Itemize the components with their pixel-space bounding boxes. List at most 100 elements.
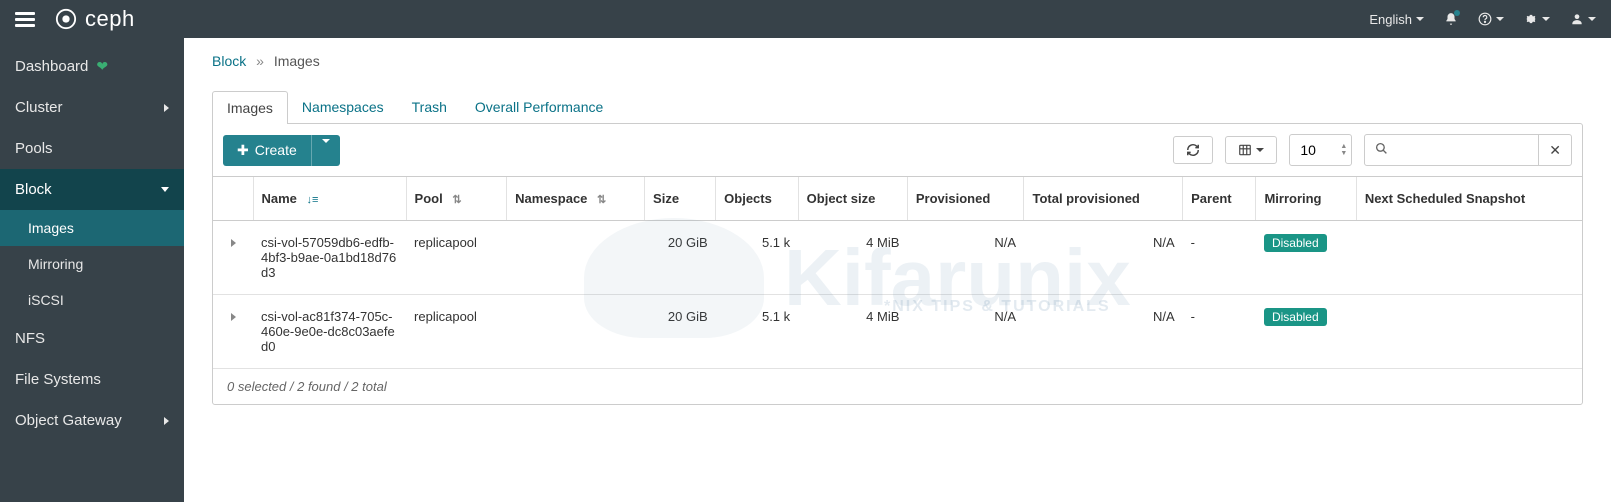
notifications-button[interactable] bbox=[1444, 12, 1458, 26]
search-input[interactable] bbox=[1398, 142, 1538, 158]
caret-down-icon bbox=[1542, 17, 1550, 21]
refresh-button[interactable] bbox=[1173, 136, 1213, 164]
notification-dot-icon bbox=[1454, 10, 1460, 16]
sidebar-item-file-systems[interactable]: File Systems bbox=[0, 359, 184, 400]
caret-down-icon bbox=[1256, 148, 1264, 152]
row-expand-toggle[interactable] bbox=[213, 221, 253, 295]
sidebar: Dashboard ❤ Cluster Pools Block Images M… bbox=[0, 38, 184, 502]
heartbeat-icon: ❤ bbox=[96, 58, 108, 75]
spinner-up-icon[interactable]: ▲ bbox=[1340, 143, 1347, 150]
sidebar-item-object-gateway[interactable]: Object Gateway bbox=[0, 400, 184, 441]
refresh-icon bbox=[1186, 143, 1200, 157]
columns-toggle-button[interactable] bbox=[1225, 136, 1277, 164]
tab-namespaces[interactable]: Namespaces bbox=[288, 91, 398, 124]
cell-name: csi-vol-57059db6-edfb-4bf3-b9ae-0a1bd18d… bbox=[253, 221, 406, 295]
table-row[interactable]: csi-vol-57059db6-edfb-4bf3-b9ae-0a1bd18d… bbox=[213, 221, 1582, 295]
col-next-sched[interactable]: Next Scheduled Snapshot bbox=[1356, 177, 1582, 221]
sidebar-item-label: Cluster bbox=[15, 99, 63, 116]
sidebar-item-block[interactable]: Block bbox=[0, 169, 184, 210]
sidebar-item-label: Object Gateway bbox=[15, 412, 122, 429]
sidebar-item-images[interactable]: Images bbox=[0, 210, 184, 246]
col-namespace[interactable]: Namespace ⇅ bbox=[507, 177, 645, 221]
images-table: Name ↓≡ Pool ⇅ Namespace ⇅ Size Objects bbox=[213, 176, 1582, 369]
sidebar-item-nfs[interactable]: NFS bbox=[0, 318, 184, 359]
col-total-provisioned[interactable]: Total provisioned bbox=[1024, 177, 1183, 221]
cell-mirroring: Disabled bbox=[1256, 295, 1356, 369]
settings-menu[interactable] bbox=[1524, 12, 1550, 26]
sidebar-item-label: Block bbox=[15, 181, 52, 198]
help-menu[interactable] bbox=[1478, 12, 1504, 26]
user-icon bbox=[1570, 12, 1584, 26]
sort-asc-icon: ↓≡ bbox=[307, 194, 319, 206]
cell-namespace bbox=[507, 295, 645, 369]
col-objects-label: Objects bbox=[724, 191, 772, 206]
sidebar-item-label: NFS bbox=[15, 330, 45, 347]
table-caption: 0 selected / 2 found / 2 total bbox=[213, 369, 1582, 404]
col-expand bbox=[213, 177, 253, 221]
col-objects[interactable]: Objects bbox=[716, 177, 799, 221]
col-size[interactable]: Size bbox=[645, 177, 716, 221]
breadcrumb-separator: » bbox=[256, 53, 264, 69]
col-parent-label: Parent bbox=[1191, 191, 1231, 206]
sidebar-item-pools[interactable]: Pools bbox=[0, 128, 184, 169]
table-row[interactable]: csi-vol-ac81f374-705c-460e-9e0e-dc8c03ae… bbox=[213, 295, 1582, 369]
menu-toggle[interactable] bbox=[15, 12, 35, 27]
mirroring-badge: Disabled bbox=[1264, 234, 1327, 252]
brand-text: ceph bbox=[85, 6, 135, 32]
caret-down-icon bbox=[1416, 17, 1424, 21]
cell-next-sched bbox=[1356, 221, 1582, 295]
chevron-right-icon bbox=[231, 239, 236, 247]
sidebar-item-mirroring[interactable]: Mirroring bbox=[0, 246, 184, 282]
col-size-label: Size bbox=[653, 191, 679, 206]
col-mirroring[interactable]: Mirroring bbox=[1256, 177, 1356, 221]
caret-down-icon bbox=[322, 139, 330, 158]
create-button[interactable]: ✚ Create bbox=[223, 135, 311, 166]
chevron-right-icon bbox=[231, 313, 236, 321]
col-object-size[interactable]: Object size bbox=[798, 177, 907, 221]
row-expand-toggle[interactable] bbox=[213, 295, 253, 369]
col-name[interactable]: Name ↓≡ bbox=[253, 177, 406, 221]
cell-total-provisioned: N/A bbox=[1024, 295, 1183, 369]
ceph-logo-icon bbox=[55, 8, 77, 30]
mirroring-badge: Disabled bbox=[1264, 308, 1327, 326]
sidebar-item-cluster[interactable]: Cluster bbox=[0, 87, 184, 128]
close-icon: ✕ bbox=[1549, 142, 1561, 159]
plus-icon: ✚ bbox=[237, 142, 249, 159]
page-size-input[interactable]: ▲ ▼ bbox=[1289, 134, 1352, 166]
cell-namespace bbox=[507, 221, 645, 295]
cell-mirroring: Disabled bbox=[1256, 221, 1356, 295]
spinner-down-icon[interactable]: ▼ bbox=[1340, 150, 1347, 157]
sidebar-item-label: Images bbox=[28, 220, 74, 236]
cell-next-sched bbox=[1356, 295, 1582, 369]
cell-total-provisioned: N/A bbox=[1024, 221, 1183, 295]
breadcrumb-block[interactable]: Block bbox=[212, 53, 246, 69]
cell-parent: - bbox=[1183, 295, 1256, 369]
sidebar-item-label: Mirroring bbox=[28, 256, 83, 272]
tab-images[interactable]: Images bbox=[212, 91, 288, 124]
cell-pool: replicapool bbox=[406, 221, 507, 295]
language-selector[interactable]: English bbox=[1369, 12, 1424, 27]
search-icon bbox=[1365, 142, 1398, 158]
sidebar-item-dashboard[interactable]: Dashboard ❤ bbox=[0, 46, 184, 87]
cell-objects: 5.1 k bbox=[716, 221, 799, 295]
brand-logo[interactable]: ceph bbox=[55, 6, 135, 32]
page-size-field[interactable] bbox=[1300, 142, 1340, 158]
cell-size: 20 GiB bbox=[645, 221, 716, 295]
col-parent[interactable]: Parent bbox=[1183, 177, 1256, 221]
sort-icon: ⇅ bbox=[597, 194, 606, 206]
tab-trash[interactable]: Trash bbox=[398, 91, 461, 124]
tab-overall-performance[interactable]: Overall Performance bbox=[461, 91, 617, 124]
search-wrap: ✕ bbox=[1364, 134, 1572, 166]
col-provisioned[interactable]: Provisioned bbox=[907, 177, 1024, 221]
user-menu[interactable] bbox=[1570, 12, 1596, 26]
cell-object-size: 4 MiB bbox=[798, 221, 907, 295]
create-dropdown-toggle[interactable] bbox=[311, 135, 340, 166]
cell-provisioned: N/A bbox=[907, 221, 1024, 295]
col-pool[interactable]: Pool ⇅ bbox=[406, 177, 507, 221]
cell-name: csi-vol-ac81f374-705c-460e-9e0e-dc8c03ae… bbox=[253, 295, 406, 369]
sidebar-item-label: Pools bbox=[15, 140, 53, 157]
chevron-right-icon bbox=[164, 417, 169, 425]
search-clear-button[interactable]: ✕ bbox=[1538, 135, 1571, 165]
topbar: ceph English bbox=[0, 0, 1611, 38]
sidebar-item-iscsi[interactable]: iSCSI bbox=[0, 282, 184, 318]
